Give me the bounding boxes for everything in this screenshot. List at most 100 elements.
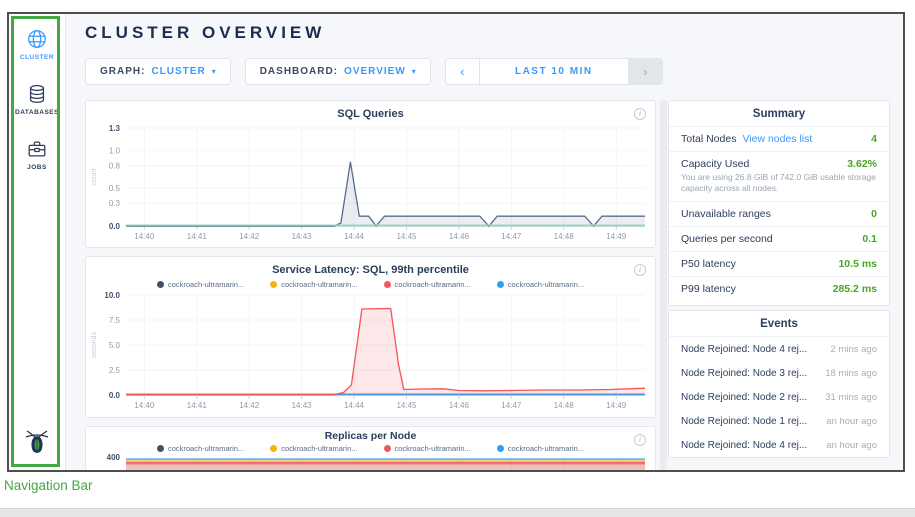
svg-text:14:44: 14:44 [344, 232, 365, 241]
summary-row-p99-latency: P99 latency 285.2 ms [669, 277, 889, 301]
svg-text:14:42: 14:42 [239, 232, 260, 241]
summary-value: 10.5 ms [838, 258, 877, 270]
service-latency-chart: 14:4014:4114:4214:4314:4414:4514:4614:47… [86, 289, 655, 413]
summary-row-capacity-used: Capacity Used 3.62% You are using 26.8 G… [669, 152, 889, 202]
svg-text:0.3: 0.3 [109, 199, 121, 208]
summary-row-queries-per-second: Queries per second 0.1 [669, 227, 889, 252]
legend-item: cockroach-ultramarin... [157, 444, 244, 453]
annotation-caption: Navigation Bar [4, 478, 93, 493]
info-icon[interactable]: i [634, 264, 646, 276]
svg-text:0.5: 0.5 [109, 184, 121, 193]
dashboard-dropdown-label: DASHBOARD: [260, 66, 338, 77]
time-next-button[interactable]: › [628, 59, 662, 84]
dashboard-dropdown[interactable]: DASHBOARD: OVERVIEW ▾ [245, 58, 431, 85]
sidebar-item-databases[interactable]: DATABASES [15, 83, 59, 116]
events-panel: Events Node Rejoined: Node 4 rej... 2 mi… [668, 310, 890, 458]
event-row[interactable]: Node Rejoined: Node 2 rej... 31 mins ago [669, 385, 889, 409]
svg-text:count: count [91, 168, 98, 185]
info-icon[interactable]: i [634, 434, 646, 446]
time-prev-button[interactable]: ‹ [446, 59, 480, 84]
sidebar-item-label: DATABASES [15, 109, 59, 116]
event-row[interactable]: Node Rejoined: Node 3 rej... 18 mins ago [669, 361, 889, 385]
svg-text:0.8: 0.8 [109, 162, 121, 171]
graph-dropdown-label: GRAPH: [100, 66, 145, 77]
chart-legend: cockroach-ultramarin... cockroach-ultram… [86, 276, 655, 289]
chevron-down-icon: ▾ [412, 67, 416, 76]
svg-text:7.5: 7.5 [109, 316, 121, 325]
svg-text:14:45: 14:45 [396, 232, 417, 241]
legend-dot [157, 445, 164, 452]
briefcase-icon [26, 138, 48, 160]
summary-value: 285.2 ms [833, 283, 877, 295]
view-nodes-list-link[interactable]: View nodes list [742, 133, 812, 145]
event-row[interactable]: Node Rejoined: Node 1 rej... an hour ago [669, 409, 889, 433]
legend-dot [270, 445, 277, 452]
capacity-description: You are using 26.8 GiB of 742.0 GiB usab… [681, 172, 877, 195]
chart-title: Service Latency: SQL, 99th percentile [86, 257, 655, 276]
svg-text:14:48: 14:48 [554, 232, 575, 241]
bottom-strip [0, 508, 915, 517]
svg-text:14:45: 14:45 [396, 401, 417, 410]
svg-text:5.0: 5.0 [109, 341, 121, 350]
legend-item: cockroach-ultramarin... [497, 444, 584, 453]
sidebar-item-label: CLUSTER [20, 54, 54, 61]
svg-text:14:48: 14:48 [554, 401, 575, 410]
toolbar: GRAPH: CLUSTER ▾ DASHBOARD: OVERVIEW ▾ ‹… [85, 58, 663, 85]
summary-value: 0.1 [862, 233, 877, 245]
globe-icon [26, 28, 48, 50]
sidebar-item-cluster[interactable]: CLUSTER [20, 28, 54, 61]
dashboard-dropdown-value: OVERVIEW [344, 66, 406, 77]
cockroach-logo-icon[interactable] [23, 427, 51, 457]
legend-item: cockroach-ultramarin... [157, 280, 244, 289]
svg-text:1.0: 1.0 [109, 146, 121, 155]
svg-text:10.0: 10.0 [104, 291, 120, 300]
chart-card-replicas-per-node: Replicas per Node i cockroach-ultramarin… [85, 426, 656, 472]
event-row[interactable]: Node Rejoined: Node 4 rej... 2 mins ago [669, 337, 889, 361]
svg-text:14:49: 14:49 [606, 401, 627, 410]
svg-text:14:43: 14:43 [292, 401, 313, 410]
legend-dot [497, 445, 504, 452]
replicas-per-node-chart: 14:4014:4114:4214:4314:4414:4514:4614:47… [86, 453, 655, 472]
sidebar-item-label: JOBS [27, 164, 47, 171]
time-range-selector: ‹ LAST 10 MIN › [445, 58, 663, 85]
graph-dropdown[interactable]: GRAPH: CLUSTER ▾ [85, 58, 231, 85]
summary-title: Summary [669, 101, 889, 127]
sidebar-item-jobs[interactable]: JOBS [26, 138, 48, 171]
summary-panel: Summary Total Nodes View nodes list 4 Ca… [668, 100, 890, 306]
chart-card-sql-queries: SQL Queries i 14:4014:4114:4214:4314:441… [85, 100, 656, 248]
legend-item: cockroach-ultramarin... [384, 444, 471, 453]
chart-title: Replicas per Node [86, 427, 655, 442]
chart-title: SQL Queries [86, 101, 655, 120]
svg-text:0.0: 0.0 [109, 222, 121, 231]
svg-text:14:49: 14:49 [606, 232, 627, 241]
svg-text:14:44: 14:44 [344, 401, 365, 410]
legend-item: cockroach-ultramarin... [270, 444, 357, 453]
legend-item: cockroach-ultramarin... [384, 280, 471, 289]
legend-item: cockroach-ultramarin... [270, 280, 357, 289]
navigation-bar: CLUSTER DATABASES JOB [9, 14, 66, 470]
svg-text:14:42: 14:42 [239, 401, 260, 410]
time-range-label[interactable]: LAST 10 MIN [480, 59, 628, 84]
legend-item: cockroach-ultramarin... [497, 280, 584, 289]
scrollbar[interactable] [660, 100, 667, 470]
svg-text:1.3: 1.3 [109, 124, 121, 133]
svg-text:14:47: 14:47 [501, 232, 522, 241]
page-title: CLUSTER OVERVIEW [85, 23, 325, 43]
svg-text:14:41: 14:41 [187, 232, 208, 241]
summary-value: 0 [871, 208, 877, 220]
svg-text:0.0: 0.0 [109, 391, 121, 400]
summary-row-unavailable-ranges: Unavailable ranges 0 [669, 202, 889, 227]
svg-text:14:41: 14:41 [187, 401, 208, 410]
graph-dropdown-value: CLUSTER [151, 66, 205, 77]
chart-legend: cockroach-ultramarin... cockroach-ultram… [86, 442, 655, 453]
svg-text:14:46: 14:46 [449, 401, 470, 410]
app-window: CLUSTER DATABASES JOB [7, 12, 905, 472]
info-icon[interactable]: i [634, 108, 646, 120]
svg-text:14:47: 14:47 [501, 401, 522, 410]
legend-dot [157, 281, 164, 288]
svg-text:seconds: seconds [91, 331, 98, 358]
charts-column: SQL Queries i 14:4014:4114:4214:4314:441… [85, 100, 656, 472]
svg-text:14:46: 14:46 [449, 232, 470, 241]
legend-dot [270, 281, 277, 288]
event-row[interactable]: Node Rejoined: Node 4 rej... an hour ago [669, 433, 889, 457]
